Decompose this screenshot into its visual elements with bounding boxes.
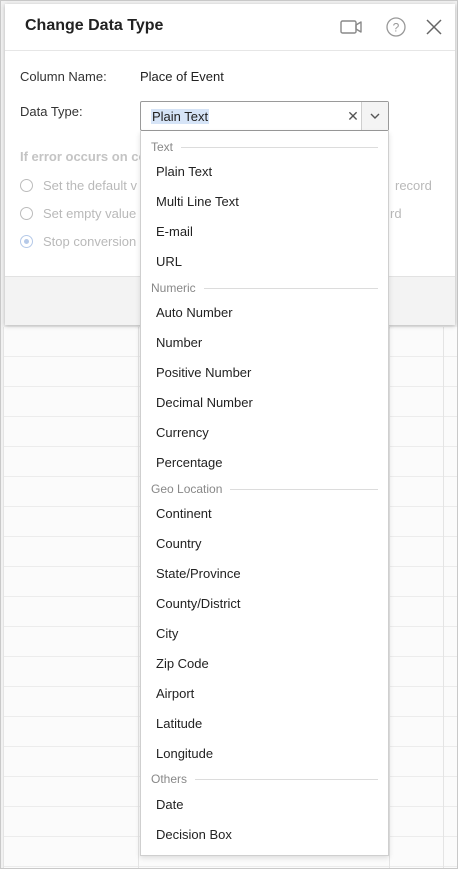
column-name-label: Column Name: (20, 69, 107, 84)
error-option-label-default: Set the default v (43, 178, 137, 193)
option-positive-number[interactable]: Positive Number (156, 365, 251, 380)
error-option-label-default-tail: record (395, 178, 432, 193)
group-header-others: Others (151, 771, 378, 787)
svg-text:?: ? (393, 21, 400, 35)
group-header-geo-location: Geo Location (151, 481, 378, 497)
video-camera-icon[interactable] (338, 14, 364, 40)
error-option-radio-default[interactable] (20, 179, 33, 192)
option-percentage[interactable]: Percentage (156, 455, 223, 470)
option-decimal-number[interactable]: Decimal Number (156, 395, 253, 410)
option-state-province[interactable]: State/Province (156, 566, 241, 581)
error-heading: If error occurs on con (20, 149, 155, 164)
option-plain-text[interactable]: Plain Text (156, 164, 212, 179)
chevron-down-icon[interactable] (361, 102, 388, 130)
option-auto-number[interactable]: Auto Number (156, 305, 233, 320)
option-latitude[interactable]: Latitude (156, 716, 202, 731)
error-option-label-empty-tail: rd (390, 206, 402, 221)
clear-icon[interactable]: ✕ (344, 107, 362, 125)
option-airport[interactable]: Airport (156, 686, 194, 701)
option-longitude[interactable]: Longitude (156, 746, 213, 761)
option-date[interactable]: Date (156, 797, 183, 812)
group-header-numeric: Numeric (151, 280, 378, 296)
option-multi-line-text[interactable]: Multi Line Text (156, 194, 239, 209)
column-name-value: Place of Event (140, 69, 224, 84)
option-url[interactable]: URL (156, 254, 182, 269)
option-country[interactable]: Country (156, 536, 202, 551)
option-decision-box[interactable]: Decision Box (156, 827, 232, 842)
data-type-select[interactable]: Plain Text ✕ (140, 101, 389, 131)
dialog-title: Change Data Type (25, 17, 164, 34)
question-mark-icon[interactable]: ? (383, 14, 409, 40)
option-email[interactable]: E-mail (156, 224, 193, 239)
option-zip-code[interactable]: Zip Code (156, 656, 209, 671)
error-option-radio-stop[interactable] (20, 235, 33, 248)
option-currency[interactable]: Currency (156, 425, 209, 440)
error-option-label-empty: Set empty value (43, 206, 137, 221)
error-option-label-stop: Stop conversion (43, 234, 137, 249)
dialog-header: Change Data Type ? (5, 4, 455, 51)
data-type-label: Data Type: (20, 104, 83, 119)
close-icon[interactable] (421, 14, 447, 40)
option-continent[interactable]: Continent (156, 506, 212, 521)
group-header-text: Text (151, 139, 378, 155)
option-county-district[interactable]: County/District (156, 596, 241, 611)
option-number[interactable]: Number (156, 335, 202, 350)
data-type-dropdown-list: Text Plain Text Multi Line Text E-mail U… (140, 131, 389, 856)
error-option-radio-empty[interactable] (20, 207, 33, 220)
option-city[interactable]: City (156, 626, 178, 641)
data-type-select-value[interactable]: Plain Text (151, 109, 210, 124)
